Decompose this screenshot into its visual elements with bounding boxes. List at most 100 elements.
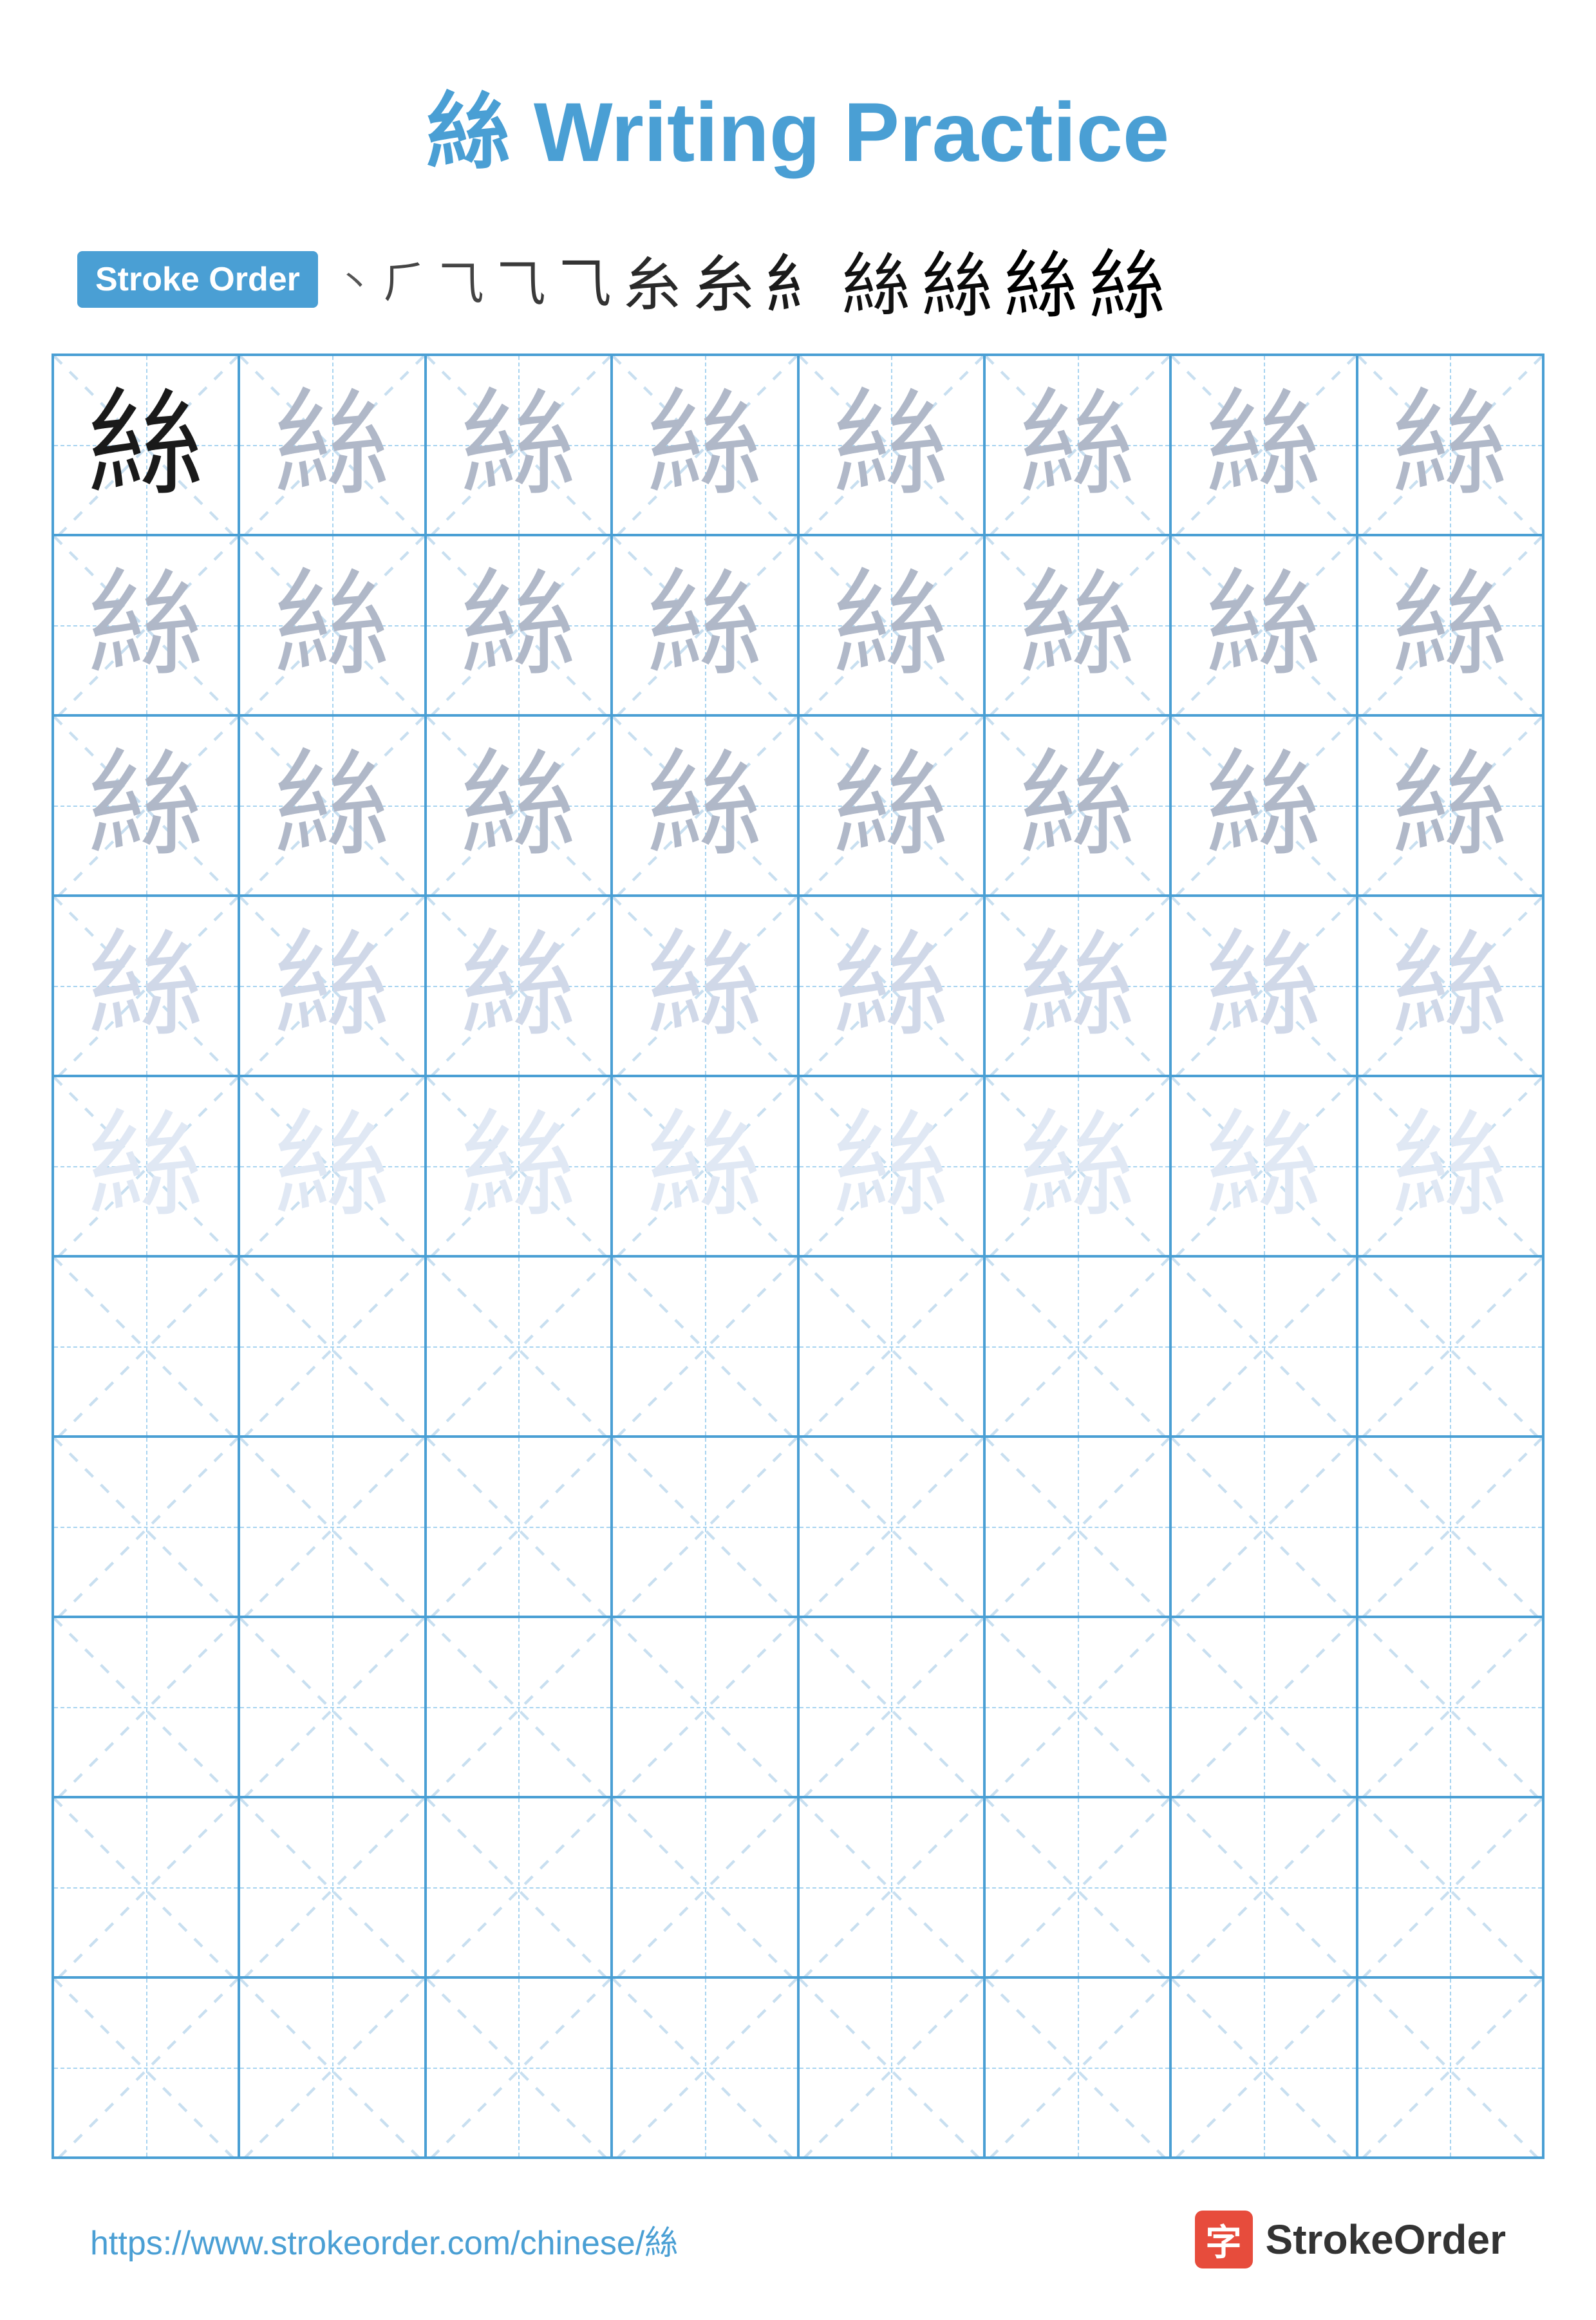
grid-cell-r7c1[interactable] [53, 1437, 239, 1617]
grid-cell-r1c7[interactable]: 絲 [1170, 355, 1357, 535]
grid-cell-r2c1[interactable]: 絲 [53, 535, 239, 715]
char-r2c2: 絲 [274, 567, 390, 683]
grid-cell-r4c3[interactable]: 絲 [426, 896, 612, 1076]
grid-cell-r9c1[interactable] [53, 1797, 239, 1977]
grid-cell-r2c2[interactable]: 絲 [239, 535, 425, 715]
grid-cell-r4c1[interactable]: 絲 [53, 896, 239, 1076]
grid-cell-r2c6[interactable]: 絲 [984, 535, 1170, 715]
grid-cell-r8c6[interactable] [984, 1617, 1170, 1797]
char-r4c2: 絲 [274, 928, 390, 1044]
grid-cell-r9c7[interactable] [1170, 1797, 1357, 1977]
grid-cell-r6c6[interactable] [984, 1256, 1170, 1437]
grid-cell-r4c5[interactable]: 絲 [798, 896, 984, 1076]
grid-cell-r7c3[interactable] [426, 1437, 612, 1617]
grid-cell-r8c5[interactable] [798, 1617, 984, 1797]
grid-cell-r3c5[interactable]: 絲 [798, 715, 984, 896]
page: 絲 Writing Practice Stroke Order ⼂ ⺁ ⺄ ⺄ … [0, 0, 1596, 2320]
grid-cell-r10c7[interactable] [1170, 1977, 1357, 2158]
grid-cell-r6c1[interactable] [53, 1256, 239, 1437]
grid-cell-r5c3[interactable]: 絲 [426, 1076, 612, 1256]
grid-cell-r6c7[interactable] [1170, 1256, 1357, 1437]
grid-cell-r4c4[interactable]: 絲 [612, 896, 798, 1076]
grid-cell-r4c6[interactable]: 絲 [984, 896, 1170, 1076]
grid-cell-r2c4[interactable]: 絲 [612, 535, 798, 715]
grid-cell-r4c7[interactable]: 絲 [1170, 896, 1357, 1076]
grid-cell-r8c1[interactable] [53, 1617, 239, 1797]
grid-cell-r9c4[interactable] [612, 1797, 798, 1977]
practice-grid: 絲 絲 絲 絲 絲 絲 絲 絲 [52, 354, 1544, 2159]
grid-cell-r1c5[interactable]: 絲 [798, 355, 984, 535]
char-r4c7: 絲 [1206, 928, 1322, 1044]
grid-cell-r7c6[interactable] [984, 1437, 1170, 1617]
grid-cell-r10c4[interactable] [612, 1977, 798, 2158]
grid-cell-r3c7[interactable]: 絲 [1170, 715, 1357, 896]
grid-cell-r4c8[interactable]: 絲 [1357, 896, 1543, 1076]
grid-cell-r6c2[interactable] [239, 1256, 425, 1437]
grid-cell-r10c1[interactable] [53, 1977, 239, 2158]
grid-cell-r10c3[interactable] [426, 1977, 612, 2158]
grid-cell-r4c2[interactable]: 絲 [239, 896, 425, 1076]
grid-cell-r10c8[interactable] [1357, 1977, 1543, 2158]
grid-cell-r2c7[interactable]: 絲 [1170, 535, 1357, 715]
char-r3c1: 絲 [88, 748, 204, 863]
stroke-12: 絲 [1089, 224, 1165, 334]
grid-cell-r8c2[interactable] [239, 1617, 425, 1797]
grid-cell-r9c3[interactable] [426, 1797, 612, 1977]
grid-cell-r6c8[interactable] [1357, 1256, 1543, 1437]
grid-cell-r9c2[interactable] [239, 1797, 425, 1977]
grid-cell-r9c6[interactable] [984, 1797, 1170, 1977]
grid-cell-r1c6[interactable]: 絲 [984, 355, 1170, 535]
grid-cell-r6c3[interactable] [426, 1256, 612, 1437]
grid-cell-r7c8[interactable] [1357, 1437, 1543, 1617]
grid-cell-r1c3[interactable]: 絲 [426, 355, 612, 535]
stroke-5: ⺄ [558, 240, 612, 318]
grid-cell-r6c5[interactable] [798, 1256, 984, 1437]
grid-cell-r9c5[interactable] [798, 1797, 984, 1977]
char-r5c6: 絲 [1020, 1108, 1136, 1224]
grid-cell-r10c2[interactable] [239, 1977, 425, 2158]
grid-cell-r5c2[interactable]: 絲 [239, 1076, 425, 1256]
grid-cell-r2c5[interactable]: 絲 [798, 535, 984, 715]
grid-cell-r3c8[interactable]: 絲 [1357, 715, 1543, 896]
char-r1c4: 絲 [647, 387, 763, 503]
grid-cell-r9c8[interactable] [1357, 1797, 1543, 1977]
grid-cell-r10c5[interactable] [798, 1977, 984, 2158]
grid-cell-r5c4[interactable]: 絲 [612, 1076, 798, 1256]
grid-cell-r8c8[interactable] [1357, 1617, 1543, 1797]
grid-cell-r2c3[interactable]: 絲 [426, 535, 612, 715]
grid-cell-r3c1[interactable]: 絲 [53, 715, 239, 896]
grid-cell-r10c6[interactable] [984, 1977, 1170, 2158]
grid-cell-r8c3[interactable] [426, 1617, 612, 1797]
grid-cell-r7c4[interactable] [612, 1437, 798, 1617]
grid-cell-r7c7[interactable] [1170, 1437, 1357, 1617]
grid-cell-r5c1[interactable]: 絲 [53, 1076, 239, 1256]
grid-cell-r5c7[interactable]: 絲 [1170, 1076, 1357, 1256]
char-r2c7: 絲 [1206, 567, 1322, 683]
footer-logo-text: StrokeOrder [1266, 2216, 1506, 2263]
grid-cell-r8c4[interactable] [612, 1617, 798, 1797]
grid-cell-r1c4[interactable]: 絲 [612, 355, 798, 535]
grid-cell-r1c8[interactable]: 絲 [1357, 355, 1543, 535]
char-r5c4: 絲 [647, 1108, 763, 1224]
grid-cell-r7c2[interactable] [239, 1437, 425, 1617]
grid-cell-r3c4[interactable]: 絲 [612, 715, 798, 896]
char-r1c7: 絲 [1206, 387, 1322, 503]
grid-cell-r3c2[interactable]: 絲 [239, 715, 425, 896]
grid-cell-r3c6[interactable]: 絲 [984, 715, 1170, 896]
grid-cell-r1c2[interactable]: 絲 [239, 355, 425, 535]
title-char: 絲 [427, 85, 511, 179]
stroke-10: 絲 [922, 228, 993, 331]
grid-cell-r6c4[interactable] [612, 1256, 798, 1437]
footer-url[interactable]: https://www.strokeorder.com/chinese/絲 [90, 2216, 678, 2264]
char-r3c7: 絲 [1206, 748, 1322, 863]
grid-cell-r5c6[interactable]: 絲 [984, 1076, 1170, 1256]
grid-cell-r1c1[interactable]: 絲 [53, 355, 239, 535]
grid-cell-r7c5[interactable] [798, 1437, 984, 1617]
grid-cell-r2c8[interactable]: 絲 [1357, 535, 1543, 715]
grid-cell-r3c3[interactable]: 絲 [426, 715, 612, 896]
grid-cell-r5c5[interactable]: 絲 [798, 1076, 984, 1256]
stroke-2: ⺁ [384, 249, 426, 310]
stroke-4: ⺄ [496, 243, 546, 316]
grid-cell-r8c7[interactable] [1170, 1617, 1357, 1797]
grid-cell-r5c8[interactable]: 絲 [1357, 1076, 1543, 1256]
